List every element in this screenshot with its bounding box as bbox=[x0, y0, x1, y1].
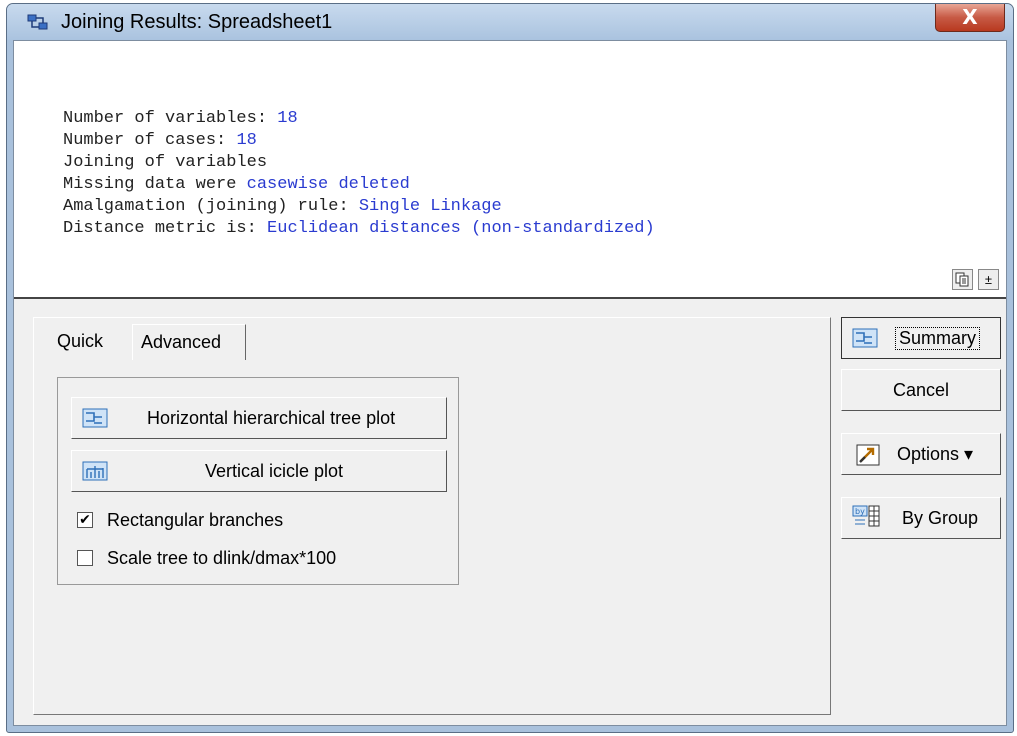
tree-plot-icon bbox=[27, 14, 48, 30]
report-line: Number of variables: 18 bbox=[63, 109, 298, 128]
summary-icon bbox=[852, 328, 878, 348]
copy-icon bbox=[955, 272, 969, 287]
report-line: Number of cases: 18 bbox=[63, 131, 257, 150]
horizontal-tree-plot-button[interactable]: Horizontal hierarchical tree plot bbox=[71, 397, 447, 439]
horizontal-tree-icon bbox=[82, 408, 108, 428]
report-line: Distance metric is: Euclidean distances … bbox=[63, 219, 655, 238]
window-title: Joining Results: Spreadsheet1 bbox=[61, 11, 333, 33]
report-text: Number of variables: 18 Number of cases:… bbox=[63, 108, 655, 240]
summary-button[interactable]: Summary bbox=[841, 317, 1001, 359]
rectangular-branches-label: Rectangular branches bbox=[107, 510, 284, 530]
copy-report-button[interactable] bbox=[952, 269, 973, 290]
scale-tree-checkbox[interactable] bbox=[77, 550, 93, 566]
rectangular-branches-checkbox[interactable]: ✔ bbox=[77, 512, 93, 528]
scale-tree-label: Scale tree to dlink/dmax*100 bbox=[107, 548, 337, 568]
report-line: Amalgamation (joining) rule: Single Link… bbox=[63, 197, 502, 216]
by-group-icon: by bbox=[852, 505, 880, 527]
vertical-icicle-plot-button[interactable]: Vertical icicle plot bbox=[71, 450, 447, 492]
expand-report-button[interactable]: ± bbox=[978, 269, 999, 290]
report-panel: Number of variables: 18 Number of cases:… bbox=[14, 41, 1006, 299]
plus-minus-icon: ± bbox=[984, 272, 993, 287]
report-line: Joining of variables bbox=[63, 153, 268, 172]
report-line: Missing data were casewise deleted bbox=[63, 175, 410, 194]
checkmark-icon: ✔ bbox=[79, 512, 91, 528]
close-button[interactable]: X bbox=[935, 4, 1005, 32]
svg-text:by: by bbox=[855, 507, 865, 516]
title-bar[interactable]: Joining Results: Spreadsheet1 X bbox=[7, 4, 1013, 40]
close-icon: X bbox=[962, 5, 978, 29]
cancel-button[interactable]: Cancel bbox=[841, 369, 1001, 411]
icicle-plot-icon bbox=[82, 461, 108, 481]
by-group-button[interactable]: by By Group bbox=[841, 497, 1001, 539]
options-icon bbox=[856, 444, 880, 466]
options-button[interactable]: Options ▾ bbox=[841, 433, 1001, 475]
